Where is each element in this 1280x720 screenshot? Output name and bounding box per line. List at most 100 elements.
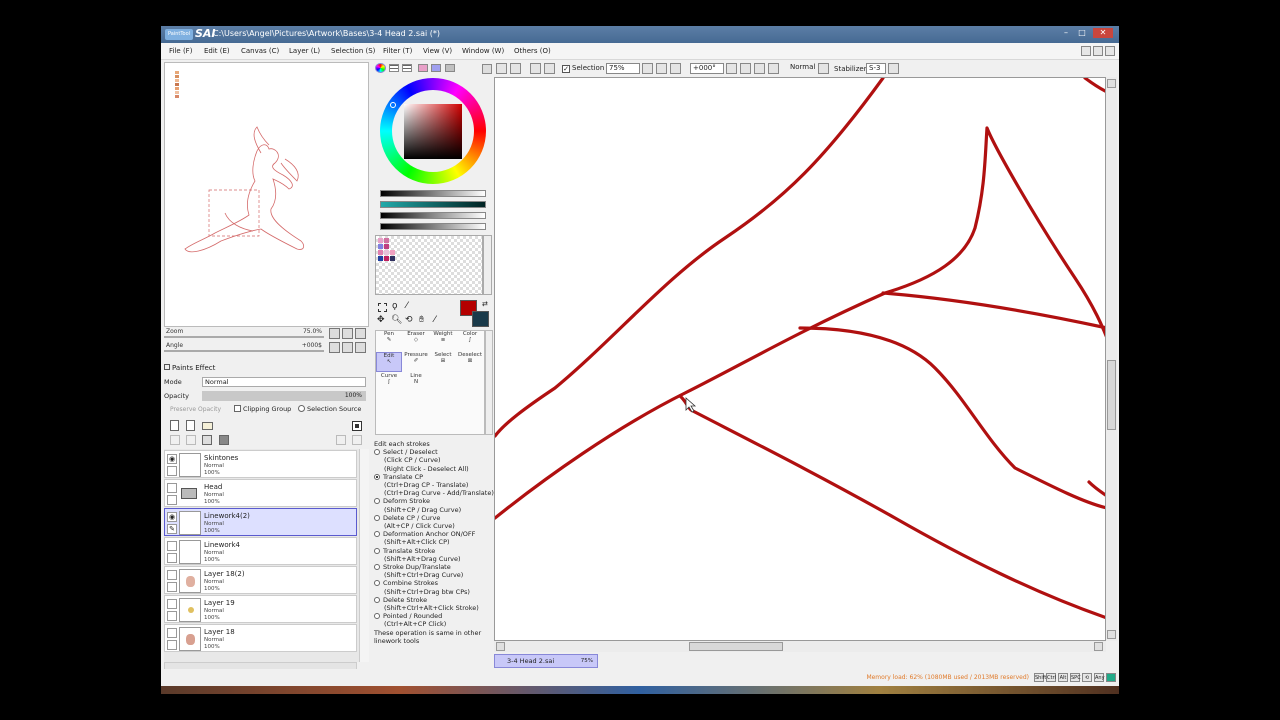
selection-toggle[interactable]: ✓ Selection [562, 64, 604, 73]
op-translate-stroke[interactable]: Translate Stroke [374, 547, 494, 555]
eyedropper-icon[interactable]: ⁄ [434, 315, 436, 325]
rotate-tool-icon[interactable]: ⟲ [405, 315, 413, 325]
op-translate-cp[interactable]: Translate CP [374, 473, 494, 481]
zoom-in-button[interactable] [656, 63, 667, 74]
mdi-restore-button[interactable] [1093, 46, 1103, 56]
pen-tool[interactable]: Pen ✎ [376, 331, 402, 351]
close-button[interactable]: ✕ [1093, 28, 1113, 38]
slider-1[interactable] [380, 190, 486, 197]
zoom-reset-button[interactable] [355, 328, 366, 339]
rotate-right-button[interactable] [740, 63, 751, 74]
menu-edit[interactable]: Edit (E) [204, 47, 230, 55]
color-wheel-mode-icon[interactable] [375, 63, 386, 73]
op-select-deselect[interactable]: Select / Deselect [374, 448, 494, 456]
eye-toggle[interactable] [167, 599, 177, 609]
zoom-track[interactable] [164, 336, 324, 338]
swatch-scrollbar[interactable] [483, 235, 492, 295]
preserve-opacity-checkbox[interactable]: Preserve Opacity [170, 406, 221, 413]
layer-row[interactable]: Layer 18(2) Normal 100% [164, 566, 357, 594]
edit-tool[interactable]: Edit ↖ [376, 352, 402, 372]
lock-toggle[interactable] [167, 553, 177, 563]
move-icon[interactable]: ✥ [377, 315, 385, 325]
rotate-reset-button[interactable] [355, 342, 366, 353]
selection-source-checkbox[interactable]: Selection Source [298, 405, 361, 413]
new-linework-layer-icon[interactable] [186, 420, 195, 431]
scratchpad-mode-icon[interactable] [431, 64, 441, 72]
document-tab[interactable]: 3-4 Head 2.sai 75% [494, 654, 598, 668]
deselect-button[interactable] [530, 63, 541, 74]
menu-canvas[interactable]: Canvas (C) [241, 47, 279, 55]
op-pointed-rounded[interactable]: Pointed / Rounded [374, 612, 494, 620]
transfer-down-icon[interactable] [170, 435, 180, 445]
menu-view[interactable]: View (V) [423, 47, 452, 55]
canvas-horizontal-scrollbar[interactable] [494, 641, 1106, 652]
curve-tool[interactable]: Curve ʃ [376, 373, 402, 393]
menu-file[interactable]: File (F) [169, 47, 192, 55]
angle-field[interactable]: +000° [690, 63, 724, 74]
mdi-minimize-button[interactable] [1081, 46, 1091, 56]
blend-mode-button[interactable] [818, 63, 829, 74]
eye-icon[interactable]: ◉ [167, 454, 177, 464]
hue-picker-handle[interactable] [390, 102, 396, 108]
opacity-slider[interactable]: 100% [202, 391, 366, 401]
rotate-left-button[interactable] [726, 63, 737, 74]
minimize-button[interactable]: – [1061, 28, 1071, 38]
maximize-button[interactable]: □ [1077, 28, 1087, 38]
lock-toggle[interactable] [167, 640, 177, 650]
layer-row-selected[interactable]: ◉ ✎ Linework4(2) Normal 100% [164, 508, 357, 536]
zoom-slider[interactable]: Zoom 75.0% [164, 328, 324, 339]
zoom-out-button[interactable] [329, 328, 340, 339]
rotate-right-button[interactable] [342, 342, 353, 353]
hsv-slider-mode-icon[interactable] [402, 64, 412, 72]
layer-panel-toggle-icon[interactable] [352, 421, 362, 431]
op-delete-cp[interactable]: Delete CP / Curve [374, 514, 494, 522]
lock-toggle[interactable] [167, 495, 177, 505]
panel-collapse-icon[interactable] [482, 64, 492, 74]
new-folder-icon[interactable] [202, 422, 213, 430]
lasso-icon[interactable]: ϙ [392, 301, 398, 311]
secondary-color-swatch[interactable] [472, 311, 489, 327]
pressure-tool[interactable]: Pressure ✐ [403, 352, 429, 372]
layer-row[interactable]: ◉ Skintones Normal 100% [164, 450, 357, 478]
angle-slider[interactable]: Angle +000$ [164, 342, 324, 353]
mode-select[interactable]: Normal [202, 377, 366, 387]
canvas-vertical-scrollbar[interactable] [1106, 77, 1117, 641]
blend-mode-field[interactable]: Normal [788, 63, 816, 74]
tool-grid-scrollbar[interactable] [485, 330, 493, 435]
zoom-tool-icon[interactable]: 🔍︎ [391, 315, 402, 325]
eye-toggle[interactable] [167, 628, 177, 638]
menu-filter[interactable]: Filter (T) [383, 47, 412, 55]
redo-button[interactable] [510, 63, 521, 74]
drawing-canvas[interactable] [494, 77, 1106, 641]
lock-toggle[interactable] [167, 466, 177, 476]
slider-4[interactable] [380, 223, 486, 230]
eye-icon[interactable]: ◉ [167, 512, 177, 522]
eye-toggle[interactable] [167, 570, 177, 580]
op-stroke-dup[interactable]: Stroke Dup/Translate [374, 563, 494, 571]
vertical-scroll-thumb[interactable] [1107, 360, 1116, 430]
hand-icon[interactable]: ✋︎ [419, 315, 424, 325]
slider-3[interactable] [380, 212, 486, 219]
swatch-panel[interactable] [375, 235, 483, 295]
eraser-tool[interactable]: Eraser ◇ [403, 331, 429, 351]
op-deform-stroke[interactable]: Deform Stroke [374, 497, 494, 505]
pen-icon[interactable]: ✎ [167, 524, 177, 534]
op-delete-stroke[interactable]: Delete Stroke [374, 596, 494, 604]
rgb-slider-mode-icon[interactable] [389, 64, 399, 72]
undo-button[interactable] [496, 63, 507, 74]
swatches-mode-icon[interactable] [418, 64, 428, 72]
zoom-in-button[interactable] [342, 328, 353, 339]
mixer-mode-icon[interactable] [445, 64, 455, 72]
rotate-reset-button[interactable] [754, 63, 765, 74]
line-tool[interactable]: Line Ν [403, 373, 429, 393]
swap-colors-icon[interactable]: ⇄ [482, 300, 488, 308]
clipping-group-checkbox[interactable]: Clipping Group [234, 405, 291, 413]
magic-wand-icon[interactable]: ⁄ [406, 301, 408, 311]
layer-row[interactable]: Layer 19 Normal 100% [164, 595, 357, 623]
lock-toggle[interactable] [167, 582, 177, 592]
menu-window[interactable]: Window (W) [462, 47, 504, 55]
zoom-reset-button[interactable] [670, 63, 681, 74]
stabilizer-dropdown-button[interactable] [888, 63, 899, 74]
new-layer-icon[interactable] [170, 420, 179, 431]
saturation-value-square[interactable] [404, 104, 462, 159]
